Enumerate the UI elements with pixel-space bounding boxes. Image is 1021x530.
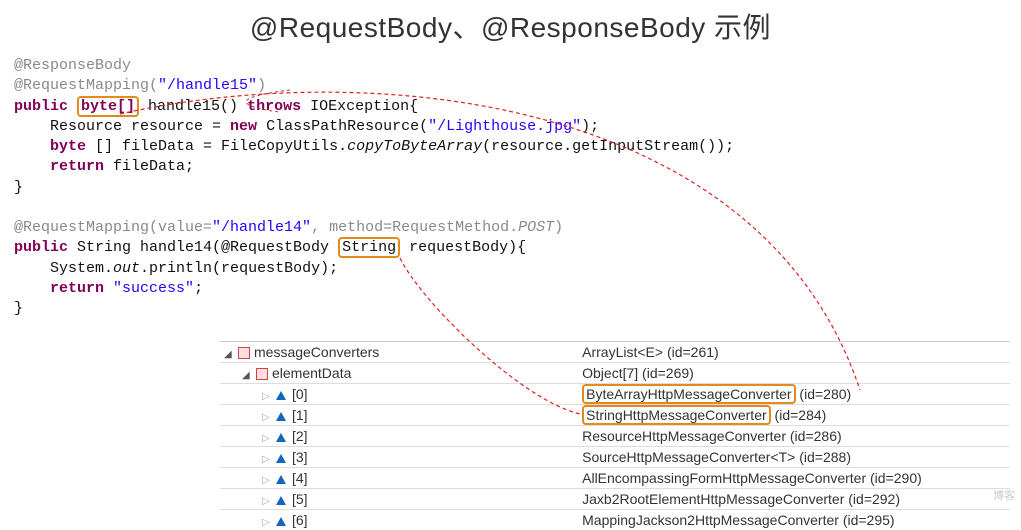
element-icon [276,496,286,505]
var-value: Object[7] (id=269) [578,363,1010,384]
object-icon [238,347,250,359]
var-value: ByteArrayHttpMessageConverter (id=280) [578,384,1010,405]
element-icon [276,412,286,421]
expand-open-icon[interactable] [242,365,254,381]
var-name: elementData [272,365,351,381]
variables-table: messageConvertersArrayList<E> (id=261)el… [220,341,1010,530]
element-icon [276,454,286,463]
highlight-converter: StringHttpMessageConverter [582,405,771,425]
expand-open-icon[interactable] [224,344,236,360]
table-row[interactable]: [5] Jaxb2RootElementHttpMessageConverter … [220,489,1010,510]
expand-closed-icon[interactable] [262,449,274,465]
highlight-string-type: String [338,237,400,258]
element-icon [276,433,286,442]
element-icon [276,517,286,526]
element-icon [276,391,286,400]
var-name: [4] [292,470,308,486]
var-value: AllEncompassingFormHttpMessageConverter … [578,468,1010,489]
highlight-byte-array: byte[] [77,96,139,117]
var-name: [6] [292,512,308,528]
object-icon [256,368,268,380]
annotation-responsebody: @ResponseBody [14,57,131,74]
highlight-converter: ByteArrayHttpMessageConverter [582,384,795,404]
element-icon [276,475,286,484]
table-row[interactable]: [3] SourceHttpMessageConverter<T> (id=288… [220,447,1010,468]
expand-closed-icon[interactable] [262,470,274,486]
var-name: [2] [292,428,308,444]
table-row[interactable]: [6] MappingJackson2HttpMessageConverter (… [220,510,1010,530]
table-row[interactable]: [1] StringHttpMessageConverter (id=284) [220,405,1010,426]
expand-closed-icon[interactable] [262,428,274,444]
code-block-1: @ResponseBody @RequestMapping("/handle15… [0,56,1021,319]
table-row[interactable]: elementData Object[7] (id=269) [220,363,1010,384]
expand-closed-icon[interactable] [262,386,274,402]
watermark: 博客 [993,487,1015,503]
table-row[interactable]: [0] ByteArrayHttpMessageConverter (id=280… [220,384,1010,405]
expand-closed-icon[interactable] [262,407,274,423]
annotation-requestmapping: @RequestMapping("/handle15") [14,77,266,94]
table-row[interactable]: messageConverters ArrayList<E> (id=261) [220,342,1010,363]
var-value: Jaxb2RootElementHttpMessageConverter (id… [578,489,1010,510]
var-value: ResourceHttpMessageConverter (id=286) [578,426,1010,447]
page-title: @RequestBody、@ResponseBody 示例 [0,0,1021,56]
var-value: SourceHttpMessageConverter<T> (id=288) [578,447,1010,468]
var-name: [5] [292,491,308,507]
var-value: ArrayList<E> (id=261) [578,342,1010,363]
table-row[interactable]: [2] ResourceHttpMessageConverter (id=286) [220,426,1010,447]
var-value: MappingJackson2HttpMessageConverter (id=… [578,510,1010,530]
var-name: [0] [292,386,308,402]
var-name: [1] [292,407,308,423]
var-name: [3] [292,449,308,465]
expand-closed-icon[interactable] [262,491,274,507]
var-value: StringHttpMessageConverter (id=284) [578,405,1010,426]
expand-closed-icon[interactable] [262,512,274,528]
table-row[interactable]: [4] AllEncompassingFormHttpMessageConvert… [220,468,1010,489]
var-name: messageConverters [254,344,379,360]
annotation-requestmapping-2: @RequestMapping(value="/handle14", metho… [14,219,563,236]
